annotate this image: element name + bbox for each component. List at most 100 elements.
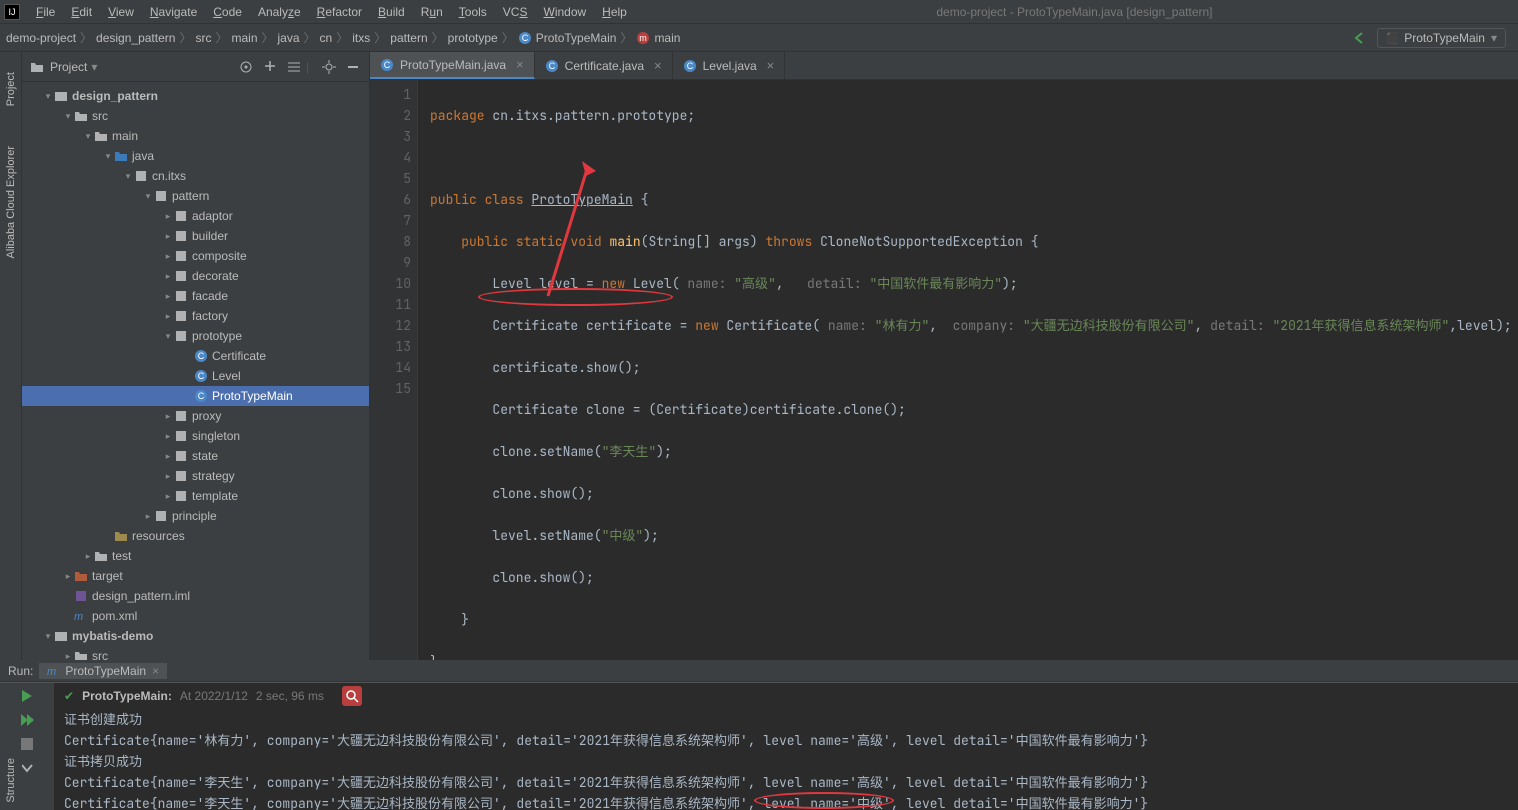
tree-src2[interactable]: ▸src [22, 646, 369, 660]
tree-singleton[interactable]: ▸singleton [22, 426, 369, 446]
tree-template[interactable]: ▸template [22, 486, 369, 506]
package-icon [174, 229, 188, 243]
svg-text:C: C [521, 33, 528, 43]
tool-structure-label[interactable]: Structure [5, 758, 17, 803]
project-panel-title[interactable]: Project [50, 60, 87, 74]
close-icon[interactable]: × [654, 58, 662, 73]
package-icon [154, 189, 168, 203]
package-icon [174, 309, 188, 323]
tree-facade[interactable]: ▸facade [22, 286, 369, 306]
tree-prototype[interactable]: ▾prototype [22, 326, 369, 346]
editor-body[interactable]: 123456789101112131415 package cn.itxs.pa… [370, 80, 1518, 660]
tree-cn-itxs[interactable]: ▾cn.itxs [22, 166, 369, 186]
menu-window[interactable]: Window [535, 5, 594, 19]
code-kw: public [430, 191, 485, 208]
tree-state[interactable]: ▸state [22, 446, 369, 466]
menu-help[interactable]: Help [594, 5, 635, 19]
gear-icon[interactable] [321, 59, 337, 75]
tree-iml[interactable]: design_pattern.iml [22, 586, 369, 606]
source-folder-icon [114, 149, 128, 163]
tree-builder[interactable]: ▸builder [22, 226, 369, 246]
tree-principle[interactable]: ▸principle [22, 506, 369, 526]
run-config-selector[interactable]: ⬛ ProtoTypeMain ▾ [1377, 28, 1506, 48]
code-stmt: clone.show(); [492, 569, 593, 586]
project-tree[interactable]: ▾design_pattern ▾src ▾main ▾java ▾cn.itx… [22, 82, 369, 660]
menu-code[interactable]: Code [205, 5, 250, 19]
tree-main[interactable]: ▾main [22, 126, 369, 146]
tab-prototypemain[interactable]: C ProtoTypeMain.java× [370, 52, 535, 79]
tree-pattern[interactable]: ▾pattern [22, 186, 369, 206]
crumb-design-pattern[interactable]: design_pattern [96, 31, 175, 45]
tool-project-label[interactable]: Project [5, 72, 17, 106]
console-title: ProtoTypeMain: [82, 689, 172, 703]
search-overlay-icon[interactable] [342, 686, 362, 706]
console-output[interactable]: 证书创建成功 Certificate{name='林有力', company='… [54, 709, 1518, 810]
close-icon[interactable]: × [516, 57, 524, 72]
svg-text:C: C [548, 61, 555, 71]
tree-mybatis[interactable]: ▾mybatis-demo [22, 626, 369, 646]
tree-level[interactable]: CLevel [22, 366, 369, 386]
package-icon [174, 249, 188, 263]
menubar: IJ File Edit View Navigate Code Analyze … [0, 0, 1518, 24]
crumb-java[interactable]: java [278, 31, 300, 45]
menu-run[interactable]: Run [413, 5, 451, 19]
menu-analyze[interactable]: Analyze [250, 5, 309, 19]
minimize-icon[interactable] [345, 59, 361, 75]
locate-icon[interactable] [238, 59, 254, 75]
tree-adaptor[interactable]: ▸adaptor [22, 206, 369, 226]
tree-proxy[interactable]: ▸proxy [22, 406, 369, 426]
tree-design-pattern[interactable]: ▾design_pattern [22, 86, 369, 106]
code-kw: static [516, 233, 571, 250]
menu-view[interactable]: View [100, 5, 142, 19]
crumb-main[interactable]: main [654, 31, 680, 45]
tree-pom[interactable]: mpom.xml [22, 606, 369, 626]
tree-strategy[interactable]: ▸strategy [22, 466, 369, 486]
console-line: Certificate{name='李天生', company='大疆无边科技股… [64, 793, 1508, 810]
tree-prototypemain[interactable]: CProtoTypeMain [22, 386, 369, 406]
crumb-main[interactable]: main [231, 31, 257, 45]
tree-composite[interactable]: ▸composite [22, 246, 369, 266]
tree-resources[interactable]: resources [22, 526, 369, 546]
rerun-again-icon[interactable] [18, 711, 36, 729]
crumb-cn[interactable]: cn [320, 31, 333, 45]
menu-build[interactable]: Build [370, 5, 413, 19]
back-icon[interactable] [1353, 31, 1367, 45]
breadcrumb[interactable]: demo-project〉 design_pattern〉 src〉 main〉… [6, 29, 1353, 46]
run-tab[interactable]: m ProtoTypeMain × [39, 663, 167, 679]
svg-text:m: m [47, 666, 56, 677]
menu-edit[interactable]: Edit [63, 5, 100, 19]
menu-refactor[interactable]: Refactor [309, 5, 370, 19]
tree-java[interactable]: ▾java [22, 146, 369, 166]
tree-target[interactable]: ▸target [22, 566, 369, 586]
rerun-icon[interactable] [18, 687, 36, 705]
menu-file[interactable]: File [28, 5, 63, 19]
menu-tools[interactable]: Tools [451, 5, 495, 19]
expand-icon[interactable] [262, 59, 278, 75]
tab-level[interactable]: C Level.java× [673, 52, 786, 79]
crumb-pattern[interactable]: pattern [390, 31, 427, 45]
tree-certificate[interactable]: CCertificate [22, 346, 369, 366]
tree-test[interactable]: ▸test [22, 546, 369, 566]
menu-navigate[interactable]: Navigate [142, 5, 205, 19]
chevron-down-icon[interactable]: ▾ [91, 60, 97, 74]
tab-certificate[interactable]: C Certificate.java× [535, 52, 673, 79]
tool-alibaba-label[interactable]: Alibaba Cloud Explorer [5, 146, 17, 259]
code-content[interactable]: package cn.itxs.pattern.prototype; publi… [418, 80, 1518, 660]
close-icon[interactable]: × [767, 58, 775, 73]
tree-label: pom.xml [92, 609, 137, 623]
crumb-itxs[interactable]: itxs [352, 31, 370, 45]
tree-src[interactable]: ▾src [22, 106, 369, 126]
tree-decorate[interactable]: ▸decorate [22, 266, 369, 286]
menu-vcs[interactable]: VCS [495, 5, 536, 19]
project-panel: Project ▾ | ▾design_pattern ▾src ▾main ▾… [22, 52, 370, 660]
line-gutter[interactable]: 123456789101112131415 [370, 80, 418, 660]
tree-factory[interactable]: ▸factory [22, 306, 369, 326]
code-punc: , [776, 275, 807, 292]
tree-label: pattern [172, 189, 209, 203]
crumb-prototype[interactable]: prototype [448, 31, 498, 45]
crumb-demo-project[interactable]: demo-project [6, 31, 76, 45]
crumb-src[interactable]: src [195, 31, 211, 45]
close-icon[interactable]: × [152, 664, 159, 678]
collapse-icon[interactable] [286, 59, 302, 75]
crumb-class[interactable]: ProtoTypeMain [536, 31, 617, 45]
